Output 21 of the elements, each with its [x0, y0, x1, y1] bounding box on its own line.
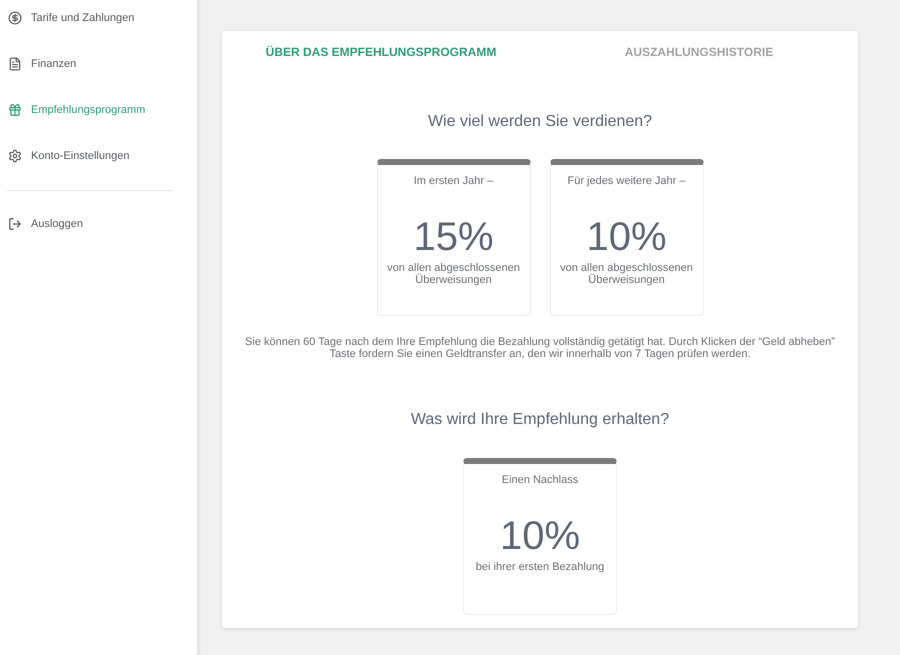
stat-description: bei ihrer ersten Bezahlung: [476, 561, 604, 573]
document-icon: [8, 57, 22, 71]
dollar-circle-icon: [8, 11, 22, 25]
info-note: Sie können 60 Tage nach dem Ihre Empfehlung die Bezahlung vollständig getätigt hat. Durch Klicken der “Geld abheben” Taste fordern Sie einen Geldtransfer an, den wir innerhalb von 7 Tagen prüfen werden.: [245, 336, 835, 360]
stat-value: 15%: [413, 215, 494, 259]
logout-icon: [8, 217, 22, 231]
settings-icon: [8, 149, 22, 163]
section-heading: Wie viel werden Sie verdienen?: [428, 112, 652, 132]
stat-caption: Einen Nachlass: [502, 473, 578, 487]
stat-caption: Für jedes weitere Jahr –: [568, 174, 686, 188]
stat-description: von allen abgeschlossenen Überweisungen: [559, 262, 694, 286]
stat-caption: Im ersten Jahr –: [414, 174, 494, 188]
sidebar-item[interactable]: Finanzen: [0, 46, 197, 82]
stat-value: 10%: [500, 514, 580, 558]
stat-value: 10%: [586, 215, 667, 259]
sidebar-item[interactable]: Konto-Einstellungen: [0, 138, 197, 174]
section-heading: Was wird Ihre Empfehlung erhalten?: [410, 410, 670, 430]
gift-icon: [8, 103, 22, 117]
sidebar-item[interactable]: Tarife und Zahlungen: [0, 0, 197, 36]
logout-link[interactable]: Ausloggen: [0, 206, 197, 242]
stat-description: von allen abgeschlossenen Überweisungen: [386, 262, 521, 286]
